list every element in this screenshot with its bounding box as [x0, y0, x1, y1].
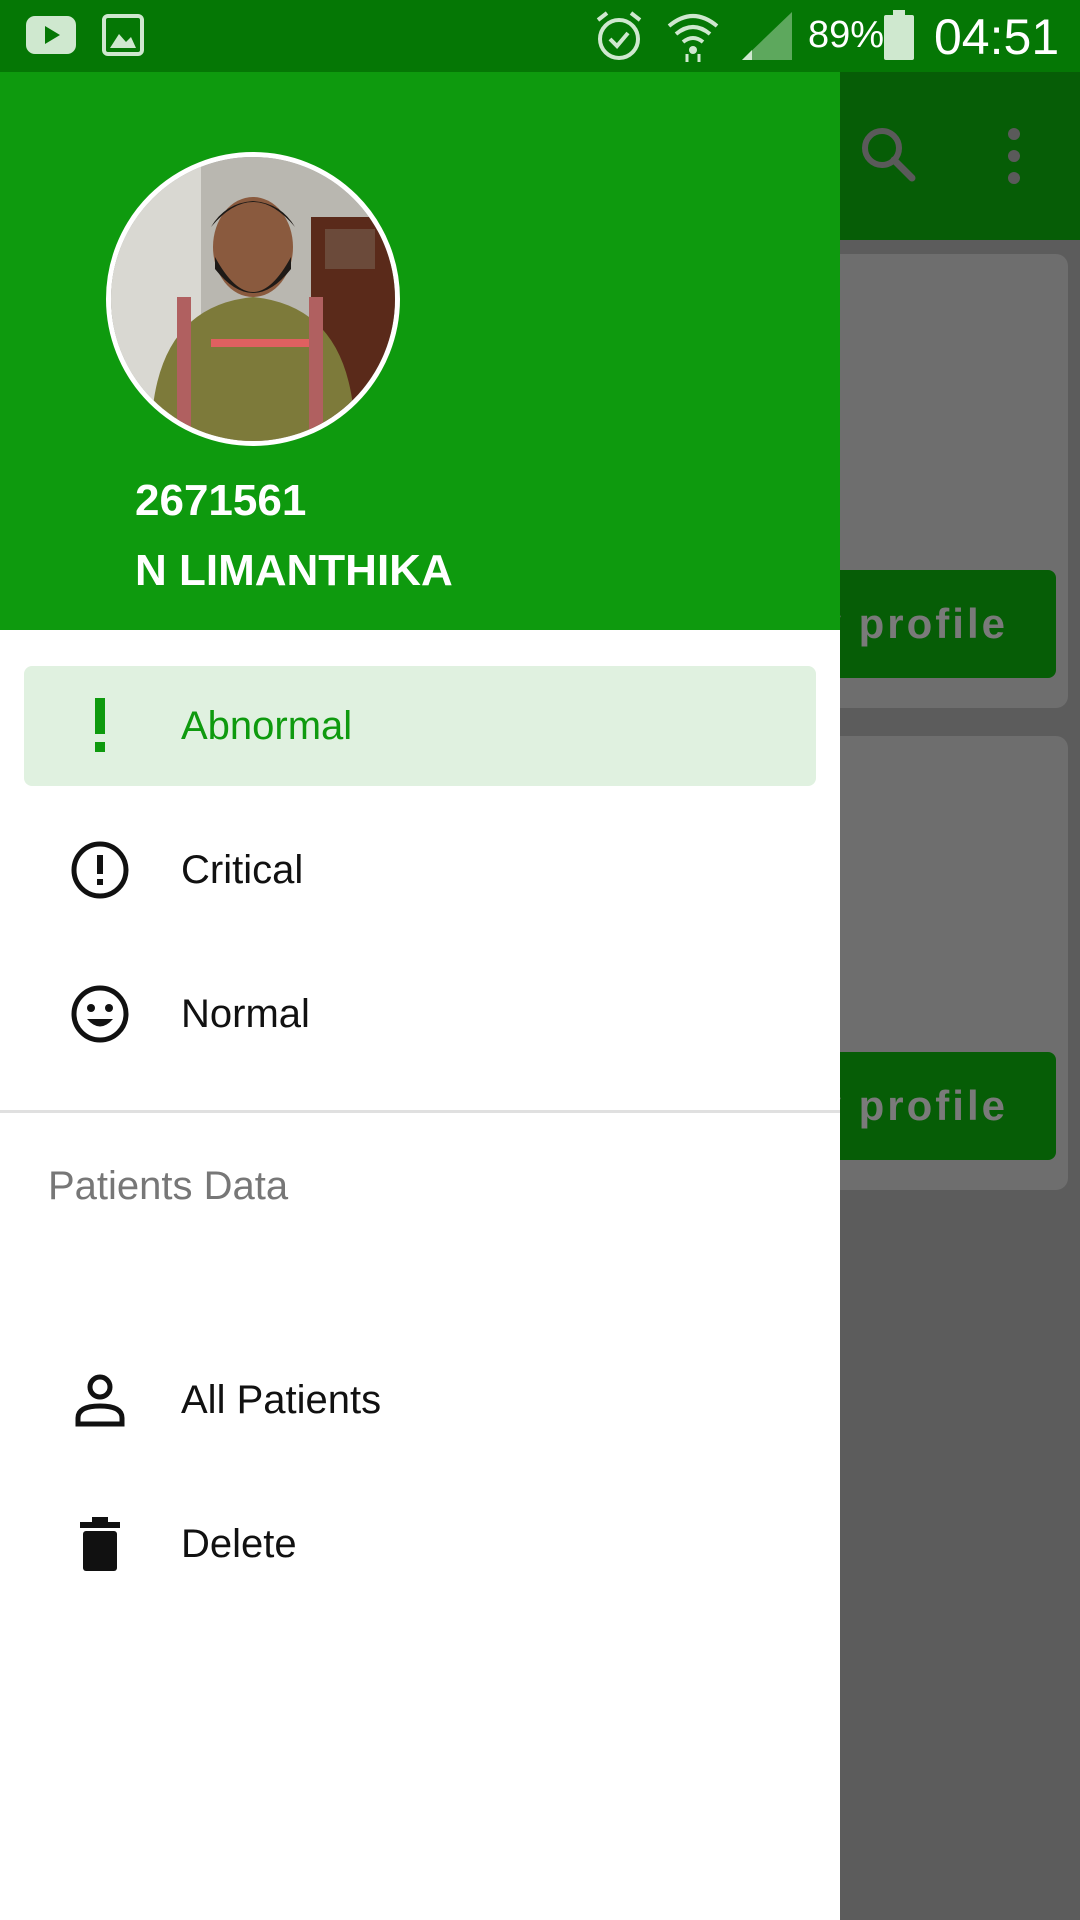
- signal-icon: [742, 12, 792, 60]
- user-id: 2671561: [135, 476, 307, 525]
- avatar[interactable]: [106, 152, 400, 446]
- drawer-header: 2671561 N LIMANTHIKA: [0, 72, 840, 630]
- avatar-photo: [111, 157, 395, 441]
- menu-item-label: Critical: [181, 848, 304, 892]
- menu-item-critical[interactable]: Critical: [24, 810, 816, 930]
- menu-item-label: Abnormal: [181, 704, 353, 748]
- menu-item-normal[interactable]: Normal: [24, 954, 816, 1074]
- menu-item-label: All Patients: [181, 1378, 382, 1422]
- person-icon: [75, 1374, 125, 1427]
- screen: y profile y profile 89% 04:51 2671561 N …: [0, 0, 1080, 1920]
- clock: 04:51: [934, 9, 1060, 65]
- trash-icon: [80, 1517, 120, 1571]
- section-title: Patients Data: [48, 1164, 289, 1208]
- alert-circle-icon: [71, 841, 129, 899]
- menu-item-label: Normal: [181, 992, 310, 1036]
- menu-item-all-patients[interactable]: All Patients: [24, 1340, 816, 1460]
- status-bar: 89% 04:51: [0, 0, 1080, 72]
- battery-percent: 89%: [808, 14, 885, 56]
- user-name: N LIMANTHIKA: [135, 546, 453, 595]
- smiley-icon: [71, 985, 129, 1043]
- menu-item-abnormal[interactable]: Abnormal: [24, 666, 816, 786]
- more-vert-icon[interactable]: [996, 126, 1032, 186]
- battery-icon: [884, 10, 914, 60]
- wifi-icon: [667, 14, 719, 62]
- divider: [0, 1110, 840, 1113]
- exclamation-icon: [95, 698, 105, 752]
- menu-item-label: Delete: [181, 1522, 297, 1566]
- search-icon[interactable]: [858, 124, 918, 184]
- navigation-drawer: 2671561 N LIMANTHIKA Abnormal Critical N…: [0, 72, 840, 1920]
- youtube-icon: [26, 16, 76, 54]
- image-icon: [102, 14, 144, 56]
- menu-item-delete[interactable]: Delete: [24, 1484, 816, 1604]
- alarm-icon: [596, 11, 642, 60]
